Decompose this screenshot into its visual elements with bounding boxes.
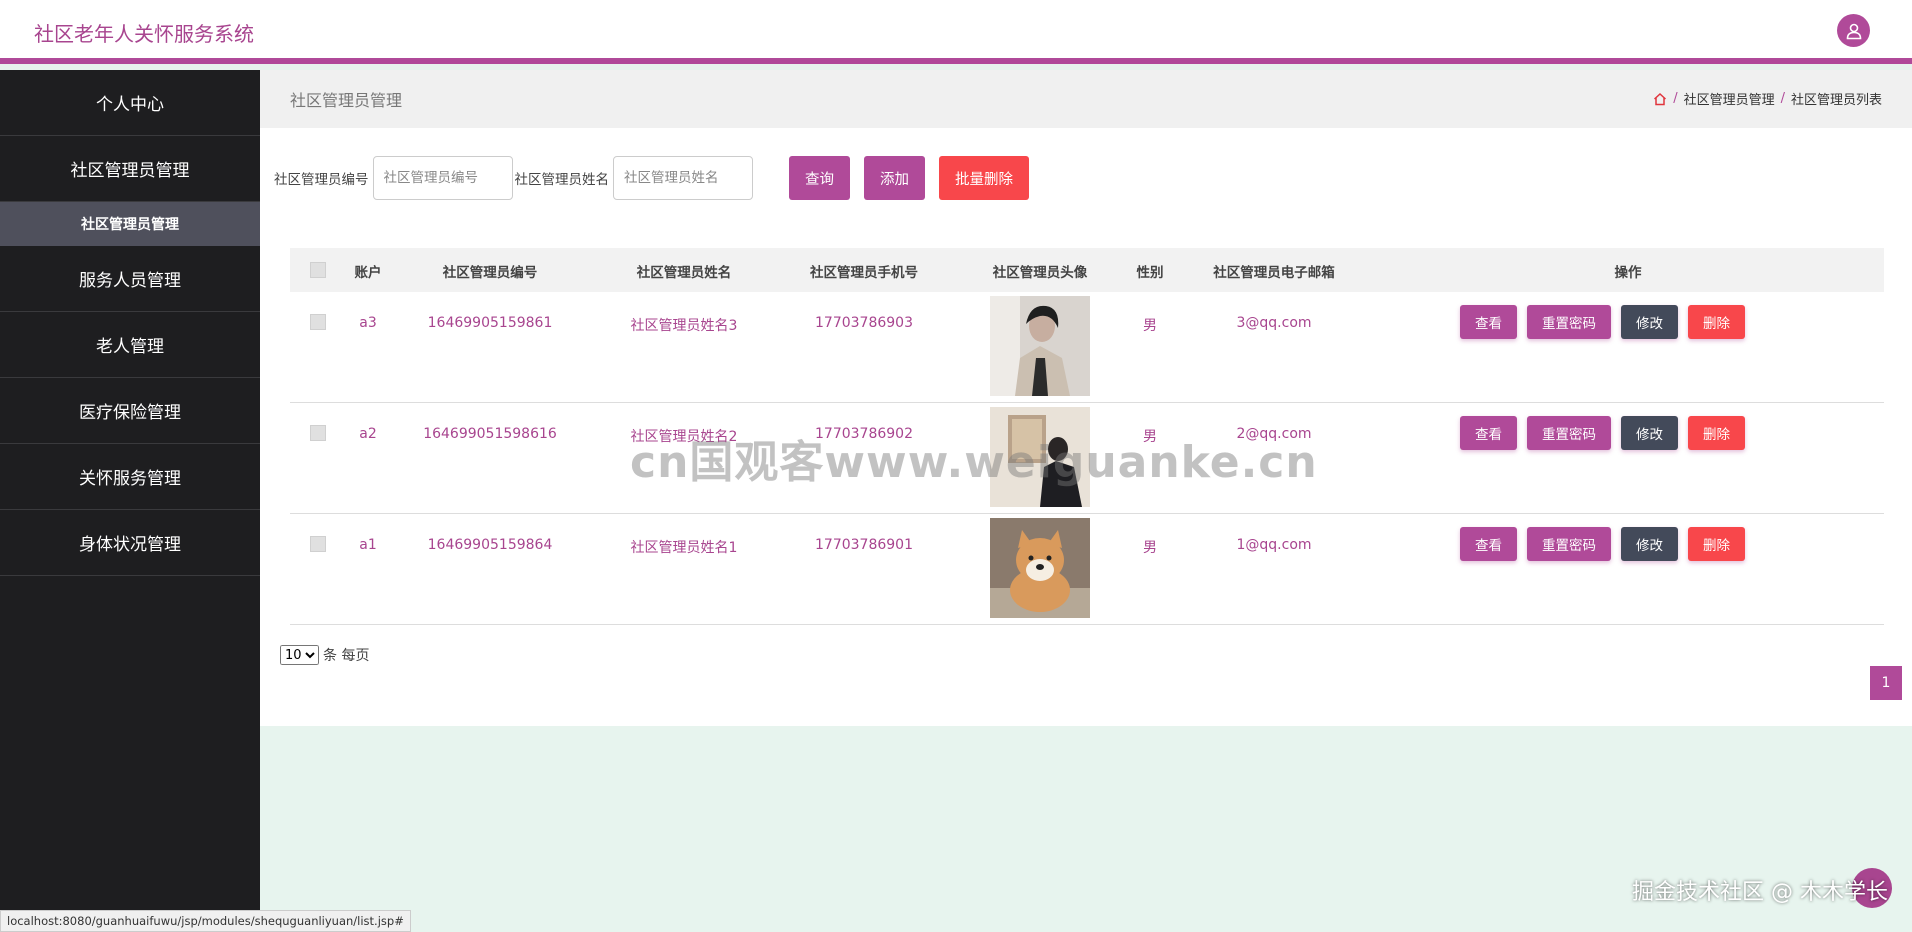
row-actions: 查看 重置密码 修改 删除 — [1460, 416, 1745, 450]
view-button[interactable]: 查看 — [1460, 527, 1517, 561]
admin-id-cell: 16469905159861 — [427, 315, 553, 331]
delete-button[interactable]: 删除 — [1688, 527, 1745, 561]
page-size-control: 10 条 每页 — [280, 645, 369, 665]
row-actions: 查看 重置密码 修改 删除 — [1460, 527, 1745, 561]
admin-name-label: 社区管理员姓名 — [514, 172, 610, 188]
page-title: 社区管理员管理 — [290, 91, 403, 110]
column-header: 社区管理员姓名 — [636, 265, 732, 281]
app-title: 社区老年人关怀服务系统 — [34, 22, 254, 46]
query-button[interactable]: 查询 — [789, 156, 850, 200]
phone-cell: 17703786901 — [815, 537, 913, 553]
admin-id-input[interactable] — [372, 156, 513, 200]
page-size-suffix: 条 每页 — [323, 648, 370, 664]
sidebar-subitem-admin-management[interactable]: 社区管理员管理 — [0, 202, 260, 246]
edit-button[interactable]: 修改 — [1621, 527, 1678, 561]
column-header: 操作 — [1614, 265, 1642, 281]
user-avatar-button[interactable] — [1837, 14, 1870, 47]
sidebar-item-personal-center[interactable]: 个人中心 — [0, 70, 260, 136]
column-header: 社区管理员编号 — [442, 265, 538, 281]
breadcrumb-bar: 社区管理员管理 / 社区管理员管理 / 社区管理员列表 — [260, 70, 1912, 128]
breadcrumb-separator: / — [1780, 91, 1785, 106]
column-header: 账户 — [354, 265, 382, 281]
account-cell: a1 — [359, 537, 377, 553]
admin-name-input[interactable] — [613, 156, 753, 200]
home-icon[interactable] — [1653, 92, 1667, 106]
sidebar-item-elderly-management[interactable]: 老人管理 — [0, 312, 260, 378]
sidebar: 个人中心 社区管理员管理 社区管理员管理 服务人员管理 老人管理 医疗保险管理 … — [0, 70, 260, 932]
top-header: 社区老年人关怀服务系统 — [0, 0, 1912, 64]
admin-avatar-photo — [990, 518, 1090, 618]
sidebar-item-admin-management[interactable]: 社区管理员管理 — [0, 136, 260, 202]
breadcrumb-level2: 社区管理员列表 — [1790, 93, 1882, 108]
reset-password-button[interactable]: 重置密码 — [1527, 527, 1611, 561]
page-size-select[interactable]: 10 — [280, 645, 319, 665]
breadcrumb-separator: / — [1673, 91, 1678, 106]
table-row: a1 16469905159864 社区管理员姓名1 17703786901 男… — [290, 514, 1884, 625]
status-bar-url: localhost:8080/guanhuaifuwu/jsp/modules/… — [0, 910, 411, 932]
breadcrumb: / 社区管理员管理 / 社区管理员列表 — [1653, 89, 1882, 108]
sidebar-item-care-service[interactable]: 关怀服务管理 — [0, 444, 260, 510]
sidebar-item-staff-management[interactable]: 服务人员管理 — [0, 246, 260, 312]
column-header: 社区管理员电子邮箱 — [1213, 265, 1335, 281]
view-button[interactable]: 查看 — [1460, 416, 1517, 450]
admin-id-cell: 16469905159864 — [427, 537, 553, 553]
gender-cell: 男 — [1143, 318, 1157, 334]
admin-id-label: 社区管理员编号 — [274, 172, 369, 188]
batch-delete-button[interactable]: 批量删除 — [939, 156, 1029, 200]
account-cell: a2 — [359, 426, 377, 442]
gender-cell: 男 — [1143, 540, 1157, 556]
column-header: 社区管理员头像 — [992, 265, 1088, 281]
view-button[interactable]: 查看 — [1460, 305, 1517, 339]
watermark-center: cn国观客www.weiguanke.cn — [630, 437, 1318, 488]
breadcrumb-level1[interactable]: 社区管理员管理 — [1684, 89, 1775, 108]
phone-cell: 17703786903 — [815, 315, 913, 331]
reset-password-button[interactable]: 重置密码 — [1527, 416, 1611, 450]
reset-password-button[interactable]: 重置密码 — [1527, 305, 1611, 339]
admin-id-cell: 164699051598616 — [423, 426, 557, 442]
main-content: 社区管理员管理 / 社区管理员管理 / 社区管理员列表 社区管理员编号 社区管理… — [260, 70, 1912, 726]
select-all-checkbox[interactable] — [310, 262, 326, 278]
sidebar-item-health-status[interactable]: 身体状况管理 — [0, 510, 260, 576]
delete-button[interactable]: 删除 — [1688, 305, 1745, 339]
edit-button[interactable]: 修改 — [1621, 305, 1678, 339]
edit-button[interactable]: 修改 — [1621, 416, 1678, 450]
row-checkbox[interactable] — [310, 536, 326, 552]
delete-button[interactable]: 删除 — [1688, 416, 1745, 450]
table-header: 账户 社区管理员编号 社区管理员姓名 社区管理员手机号 社区管理员头像 性别 社… — [290, 248, 1884, 292]
admin-name-cell: 社区管理员姓名1 — [630, 540, 738, 556]
column-header: 社区管理员手机号 — [810, 265, 918, 281]
add-button[interactable]: 添加 — [864, 156, 925, 200]
column-header: 性别 — [1136, 265, 1164, 281]
admin-avatar-photo — [990, 296, 1090, 396]
sidebar-item-medical-insurance[interactable]: 医疗保险管理 — [0, 378, 260, 444]
table-row: a3 16469905159861 社区管理员姓名3 17703786903 男… — [290, 292, 1884, 403]
filter-bar: 社区管理员编号 社区管理员姓名 查询 添加 批量删除 — [274, 156, 1029, 200]
admin-name-cell: 社区管理员姓名3 — [630, 318, 738, 334]
account-cell: a3 — [359, 315, 377, 331]
email-cell: 1@qq.com — [1236, 537, 1312, 553]
page-number-button[interactable]: 1 — [1870, 666, 1902, 700]
user-icon — [1846, 23, 1861, 39]
email-cell: 3@qq.com — [1236, 315, 1312, 331]
row-checkbox[interactable] — [310, 314, 326, 330]
watermark-corner: 掘金技术社区 @ 木木学长 — [1632, 880, 1888, 905]
row-checkbox[interactable] — [310, 425, 326, 441]
row-actions: 查看 重置密码 修改 删除 — [1460, 305, 1745, 339]
